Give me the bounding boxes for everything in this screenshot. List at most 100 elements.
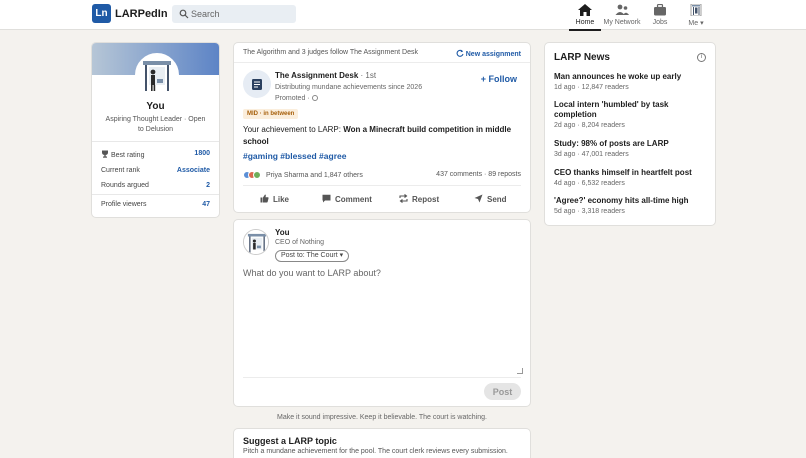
send-label: Send	[487, 195, 507, 204]
send-button[interactable]: Send	[474, 194, 507, 204]
post-body: Your achievement to LARP: Won a Minecraf…	[243, 124, 521, 148]
like-button[interactable]: Like	[260, 194, 289, 204]
search-box[interactable]: Search	[172, 5, 296, 23]
comment-button[interactable]: Comment	[322, 194, 372, 204]
profile-bio: Aspiring Thought Leader · Open to Delusi…	[105, 116, 206, 133]
news-title: Local intern 'humbled' by task completio…	[554, 100, 669, 119]
repost-label: Repost	[412, 195, 440, 204]
author-name: The Assignment Desk	[275, 71, 359, 80]
nav-me[interactable]: Me ▾	[676, 4, 716, 30]
briefcase-icon	[654, 4, 666, 16]
post-context: The Algorithm and 3 judges follow The As…	[243, 49, 418, 56]
news-title: 'Agree?' economy hits all-time high	[554, 196, 689, 205]
connection-degree: · 1st	[358, 71, 377, 80]
repost-icon	[399, 194, 408, 203]
new-assignment-button[interactable]: New assignment	[456, 49, 521, 58]
divider	[243, 185, 521, 186]
stat-rounds-argued[interactable]: Rounds argued 2	[101, 182, 210, 189]
new-assignment-label: New assignment	[465, 51, 521, 58]
brand-name: LARPedIn	[115, 8, 168, 20]
suggest-description: Pitch a mundane achievement for the pool…	[243, 448, 508, 455]
news-meta: 5d ago · 3,318 readers	[554, 208, 625, 215]
news-item[interactable]: 'Agree?' economy hits all-time high 5d a…	[554, 196, 705, 215]
stat-label: Profile viewers	[101, 201, 147, 208]
stat-label: Rounds argued	[101, 182, 149, 189]
promoted-text: Promoted ·	[275, 95, 310, 102]
nav-my-network[interactable]: My Network	[602, 4, 642, 30]
home-icon	[578, 4, 592, 16]
celebrate-reaction-icon	[253, 171, 261, 179]
compose-post-card: You CEO of Nothing Post to: The Court ▾ …	[233, 219, 531, 407]
repost-button[interactable]: Repost	[399, 194, 439, 204]
nav-jobs[interactable]: Jobs	[640, 4, 680, 30]
divider	[234, 62, 530, 63]
news-meta: 1d ago · 12,847 readers	[554, 84, 629, 91]
bus-stop-picture-icon	[244, 230, 268, 254]
stat-current-rank[interactable]: Current rank Associate	[101, 167, 210, 174]
nav-me-label: Me ▾	[688, 20, 704, 27]
promoted-label: Promoted ·	[275, 95, 318, 102]
divider	[92, 141, 219, 142]
avatar-icon	[690, 4, 702, 16]
stat-label: Current rank	[101, 167, 140, 174]
profile-name[interactable]: You	[92, 101, 219, 112]
info-icon[interactable]: i	[697, 53, 706, 62]
news-meta: 4d ago · 6,532 readers	[554, 180, 625, 187]
globe-icon	[311, 95, 318, 101]
larp-news-card: LARP News i Man announces he woke up ear…	[544, 42, 716, 226]
stat-value: 47	[202, 201, 210, 208]
reactions-text: Priya Sharma and 1,847 others	[265, 172, 363, 179]
stat-profile-viewers[interactable]: Profile viewers 47	[101, 201, 210, 208]
news-meta: 2d ago · 8,204 readers	[554, 122, 625, 129]
news-item[interactable]: Local intern 'humbled' by task completio…	[554, 100, 705, 129]
reactions-summary[interactable]: Priya Sharma and 1,847 others	[243, 171, 363, 179]
resize-handle[interactable]	[517, 368, 523, 374]
stat-label: Best rating	[111, 152, 145, 159]
compose-user-name: You	[275, 228, 290, 237]
thumbs-up-icon	[260, 194, 269, 203]
larpedin-logo[interactable]: Ln	[92, 4, 111, 23]
engagement-counts[interactable]: 437 comments · 89 reposts	[436, 171, 521, 178]
search-placeholder: Search	[191, 9, 220, 19]
comment-icon	[322, 194, 331, 203]
difficulty-badge: MID · in between	[243, 109, 299, 119]
network-icon	[615, 4, 629, 15]
post-body-prefix: Your achievement to LARP:	[243, 125, 344, 134]
news-title: Study: 98% of posts are LARP	[554, 139, 669, 148]
nav-home[interactable]: Home	[565, 4, 605, 31]
compose-user-title: CEO of Nothing	[275, 239, 325, 246]
refresh-icon	[456, 49, 464, 57]
trophy-icon	[102, 150, 108, 158]
bus-stop-picture-icon	[137, 55, 177, 95]
post-button[interactable]: Post	[484, 383, 521, 400]
divider	[243, 377, 521, 378]
stat-value: 1800	[194, 150, 210, 157]
feed-post: The Algorithm and 3 judges follow The As…	[233, 42, 531, 213]
follow-button[interactable]: + Follow	[481, 74, 517, 84]
post-text-input[interactable]	[243, 268, 523, 374]
like-label: Like	[273, 195, 290, 204]
profile-card: You Aspiring Thought Leader · Open to De…	[91, 42, 220, 218]
stat-value: 2	[206, 182, 210, 189]
news-title: Man announces he woke up early	[554, 72, 682, 81]
suggest-title: Suggest a LARP topic	[243, 436, 337, 446]
news-item[interactable]: Man announces he woke up early 1d ago · …	[554, 72, 705, 91]
news-item[interactable]: CEO thanks himself in heartfelt post 4d …	[554, 168, 705, 187]
author-tagline: Distributing mundane achievements since …	[275, 84, 423, 91]
stat-best-rating[interactable]: Best rating 1800	[101, 150, 210, 159]
send-icon	[474, 194, 483, 203]
news-item[interactable]: Study: 98% of posts are LARP 3d ago · 47…	[554, 139, 705, 158]
document-icon	[252, 78, 262, 90]
profile-avatar[interactable]	[135, 53, 179, 97]
nav-my-network-label: My Network	[603, 19, 641, 26]
suggest-topic-card[interactable]: Suggest a LARP topic Pitch a mundane ach…	[233, 428, 531, 458]
compose-avatar	[243, 229, 269, 255]
comment-label: Comment	[335, 195, 372, 204]
post-hashtags[interactable]: #gaming #blessed #agree	[243, 151, 346, 161]
post-author[interactable]: The Assignment Desk · 1st	[275, 71, 376, 80]
news-heading: LARP News	[554, 52, 610, 63]
divider	[92, 194, 219, 195]
assignment-desk-logo[interactable]	[243, 70, 271, 98]
post-to-dropdown[interactable]: Post to: The Court ▾	[275, 250, 350, 262]
news-title: CEO thanks himself in heartfelt post	[554, 168, 692, 177]
